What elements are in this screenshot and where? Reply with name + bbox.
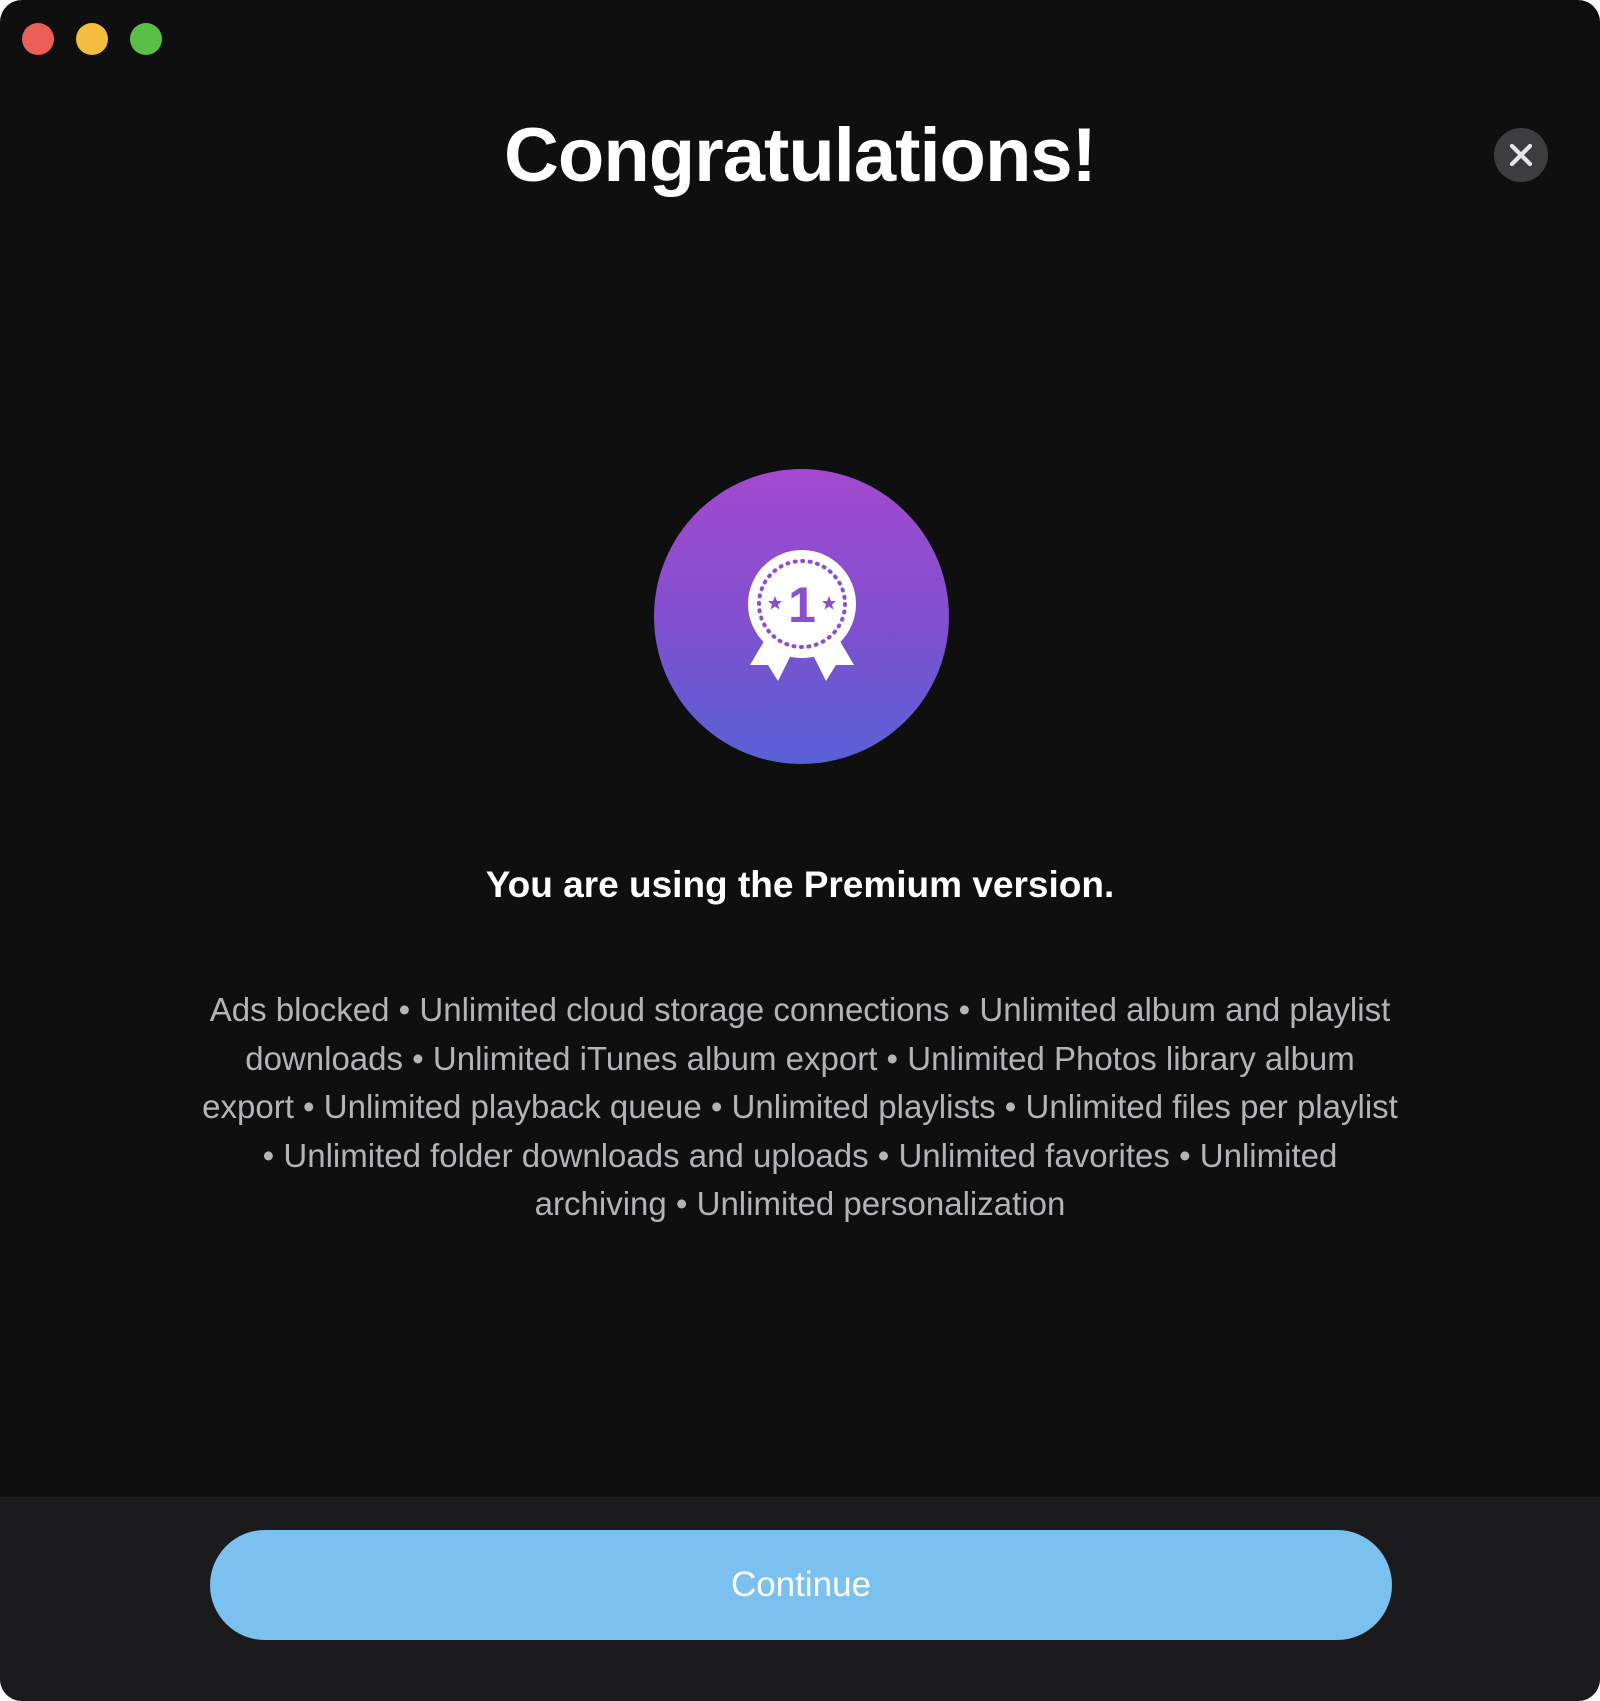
- dialog-title: Congratulations!: [504, 113, 1097, 198]
- award-ribbon-icon: 1: [748, 550, 856, 681]
- premium-dialog-window: Congratulations! 1 You are using the Pre…: [0, 0, 1600, 1701]
- premium-badge: 1: [654, 469, 949, 764]
- close-icon: [1509, 143, 1533, 167]
- window-zoom-button[interactable]: [130, 23, 162, 55]
- premium-features-list: Ads blocked • Unlimited cloud storage co…: [202, 991, 1398, 1222]
- dismiss-button[interactable]: [1494, 128, 1548, 182]
- window-close-button[interactable]: [22, 23, 54, 55]
- badge-number: 1: [788, 577, 816, 633]
- window-minimize-button[interactable]: [76, 23, 108, 55]
- dialog-footer: Continue: [0, 1497, 1600, 1701]
- continue-button[interactable]: Continue: [210, 1530, 1392, 1640]
- premium-status-text: You are using the Premium version.: [485, 864, 1115, 905]
